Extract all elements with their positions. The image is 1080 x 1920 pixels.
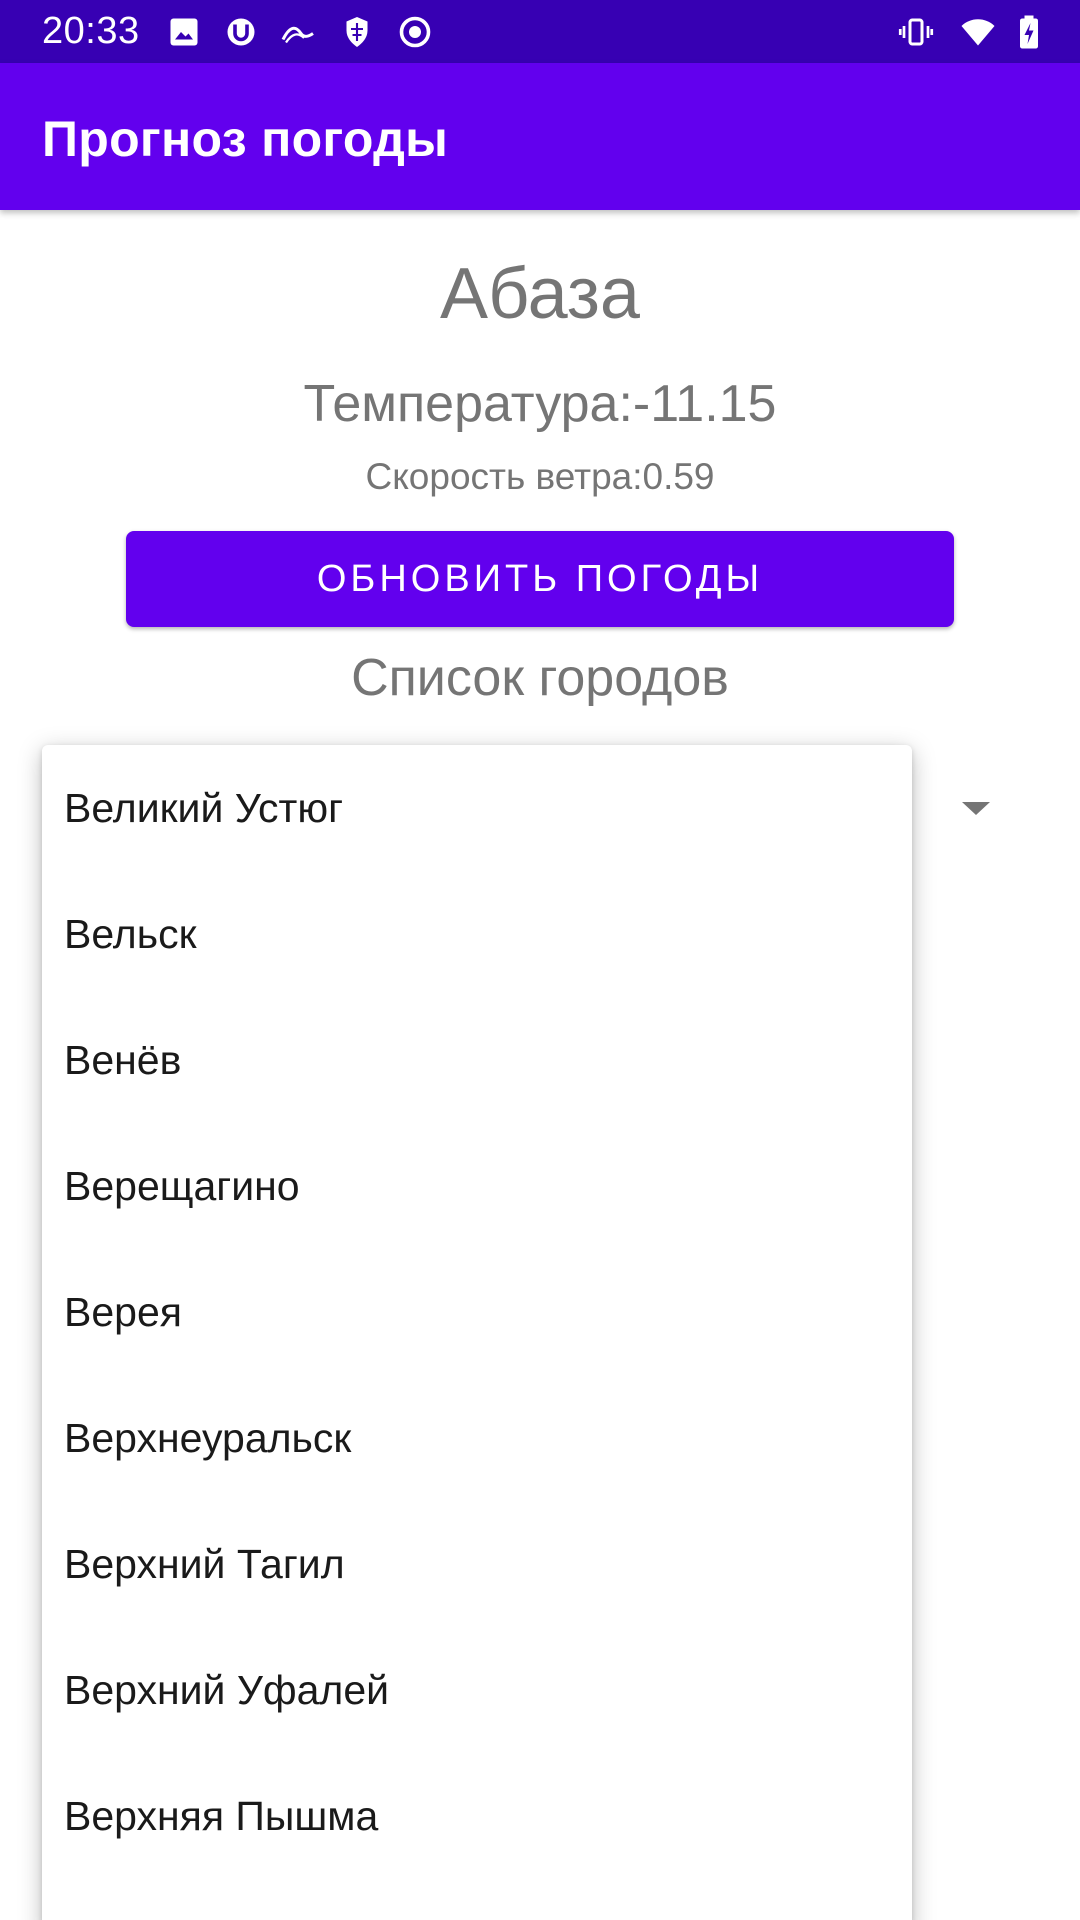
- dropdown-item[interactable]: Верхнеуральск: [42, 1375, 912, 1501]
- dropdown-item[interactable]: Верхний Тагил: [42, 1501, 912, 1627]
- dropdown-item[interactable]: Вельск: [42, 871, 912, 997]
- dropdown-arrow-icon[interactable]: [960, 800, 992, 816]
- app-title: Прогноз погоды: [42, 111, 449, 167]
- dropdown-item[interactable]: Верея: [42, 1249, 912, 1375]
- city-dropdown-list: Великий Устюг Вельск Венёв Верещагино Ве…: [42, 745, 912, 1920]
- dropdown-item[interactable]: Верещагино: [42, 1123, 912, 1249]
- dropdown-item[interactable]: [42, 1879, 912, 1920]
- notification-app-icon: [227, 18, 255, 46]
- dropdown-item[interactable]: Верхняя Пышма: [42, 1753, 912, 1879]
- shield-icon: [346, 17, 368, 47]
- temperature-text: Температура:-11.15: [303, 375, 777, 433]
- dropdown-item[interactable]: Венёв: [42, 997, 912, 1123]
- status-time: 20:33: [42, 10, 140, 52]
- update-weather-button[interactable]: Обновить погоды: [126, 531, 954, 627]
- status-bar: 20:33: [0, 0, 1080, 63]
- cities-list-title: Список городов: [351, 649, 729, 707]
- vibrate-icon: [898, 18, 934, 46]
- dropdown-item[interactable]: Великий Устюг: [42, 745, 912, 871]
- wind-speed-text: Скорость ветра:0.59: [365, 456, 715, 497]
- record-icon: [399, 16, 431, 48]
- image-icon: [170, 18, 198, 46]
- dropdown-item[interactable]: Верхний Уфалей: [42, 1627, 912, 1753]
- battery-charging-icon: [1020, 15, 1038, 49]
- wifi-icon: [961, 19, 995, 46]
- wave-icon: [281, 26, 314, 44]
- city-name: Абаза: [440, 254, 640, 334]
- weather-screen: 20:33 Прогноз погоды Абаза Температура:-…: [0, 0, 1080, 1920]
- app-bar: Прогноз погоды: [0, 63, 1080, 210]
